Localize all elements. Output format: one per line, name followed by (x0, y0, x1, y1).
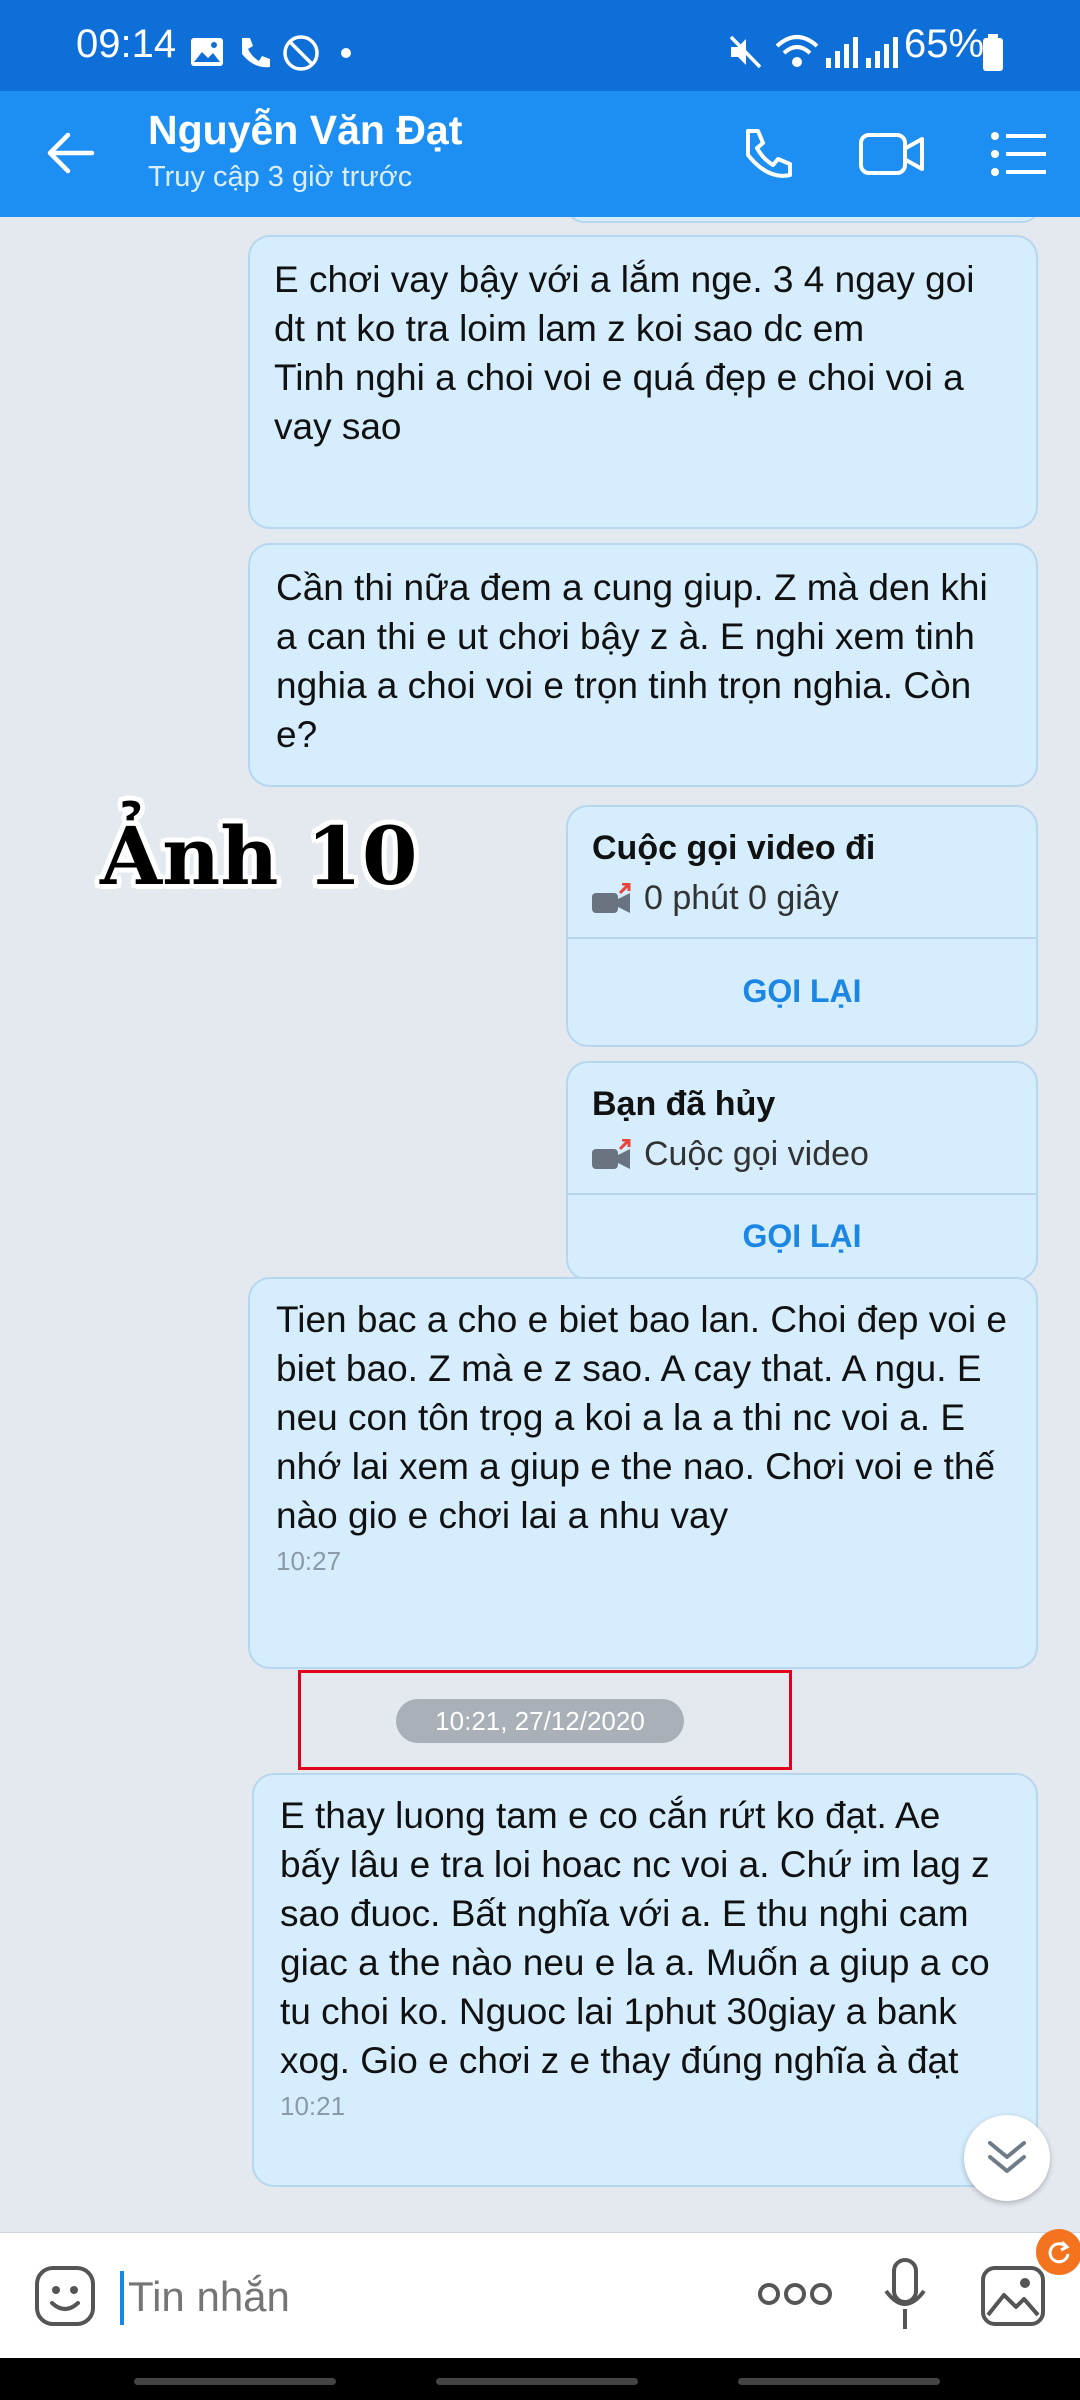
call-back-button[interactable]: GỌI LẠI (568, 1193, 1036, 1279)
double-chevron-down-icon (988, 2141, 1026, 2173)
message-bubble[interactable]: E chơi vay bậy với a lắm nge. 3 4 ngay g… (248, 235, 1038, 529)
phone-call-icon[interactable] (738, 125, 796, 183)
message-bubble[interactable]: Cần thi nữa đem a cung giup. Z mà den kh… (248, 543, 1038, 787)
message-bubble-partial[interactable] (566, 217, 1040, 223)
outgoing-video-call-icon (592, 882, 631, 913)
cancelled-call-card[interactable]: Bạn đã hủy Cuộc gọi video GỌI LẠI (566, 1061, 1038, 1281)
message-bubble[interactable]: Tien bac a cho e biet bao lan. Choi đep … (248, 1277, 1038, 1669)
text-cursor (120, 2271, 124, 2325)
overlay-photo-label: Ảnh 10 (100, 809, 418, 903)
dnd-icon (283, 35, 319, 71)
nav-recent-apps[interactable] (134, 2378, 336, 2385)
signal-icon-2 (866, 37, 898, 68)
contact-name[interactable]: Nguyễn Văn Đạt (148, 107, 462, 154)
call-title: Bạn đã hủy (592, 1085, 776, 1123)
notification-dot (341, 48, 351, 58)
message-text: Cần thi nữa đem a cung giup. Z mà den kh… (276, 567, 988, 755)
system-nav-bar (0, 2358, 1080, 2400)
mute-icon (729, 35, 762, 69)
message-input[interactable] (126, 2263, 630, 2331)
wifi-icon (775, 35, 819, 67)
microphone-icon[interactable] (880, 2257, 930, 2333)
outgoing-video-call-icon (592, 1138, 631, 1169)
call-info: 0 phút 0 giây (592, 879, 839, 918)
last-seen-status: Truy cập 3 giờ trước (148, 161, 413, 193)
message-bubble[interactable]: E thay luong tam e co cắn rứt ko đạt. Ae… (252, 1773, 1038, 2187)
status-bar: 09:14 65% (0, 0, 1080, 91)
message-text: E chơi vay bậy với a lắm nge. 3 4 ngay g… (274, 259, 975, 447)
call-type: Cuộc gọi video (644, 1135, 869, 1173)
message-composer (0, 2229, 1080, 2359)
scroll-to-bottom-button[interactable] (964, 2115, 1050, 2201)
gallery-icon (191, 38, 223, 66)
menu-list-icon[interactable] (990, 129, 1048, 179)
video-call-card[interactable]: Cuộc gọi video đi 0 phút 0 giây GỌI LẠI (566, 805, 1038, 1047)
message-timestamp: 10:27 (276, 1546, 342, 1576)
nav-back[interactable] (738, 2378, 940, 2385)
nav-home[interactable] (436, 2378, 638, 2385)
chat-header: Nguyễn Văn Đạt Truy cập 3 giờ trước (0, 91, 1080, 217)
message-timestamp: 10:21 (280, 2091, 346, 2121)
video-call-icon[interactable] (858, 129, 926, 179)
call-duration: 0 phút 0 giây (644, 879, 839, 917)
call-info: Cuộc gọi video (592, 1135, 869, 1174)
wifi-call-icon (242, 38, 270, 68)
signal-icon (826, 37, 858, 68)
date-separator: 10:21, 27/12/2020 (396, 1699, 684, 1743)
message-list[interactable]: E chơi vay bậy với a lắm nge. 3 4 ngay g… (0, 217, 1080, 2232)
call-back-button[interactable]: GỌI LẠI (568, 937, 1036, 1045)
battery-percent: 65% (904, 22, 985, 66)
refresh-icon (1048, 2240, 1070, 2264)
battery-icon (983, 34, 1003, 71)
more-options-icon[interactable] (758, 2279, 832, 2309)
call-title: Cuộc gọi video đi (592, 829, 876, 867)
message-text: Tien bac a cho e biet bao lan. Choi đep … (276, 1299, 1007, 1536)
back-arrow-icon[interactable] (44, 127, 96, 179)
emoji-sticker-icon[interactable] (34, 2265, 96, 2327)
quick-photo-badge[interactable] (1036, 2229, 1080, 2275)
status-time: 09:14 (76, 22, 177, 66)
message-text: E thay luong tam e co cắn rứt ko đạt. Ae… (280, 1795, 990, 2081)
image-gallery-icon[interactable] (980, 2265, 1046, 2327)
